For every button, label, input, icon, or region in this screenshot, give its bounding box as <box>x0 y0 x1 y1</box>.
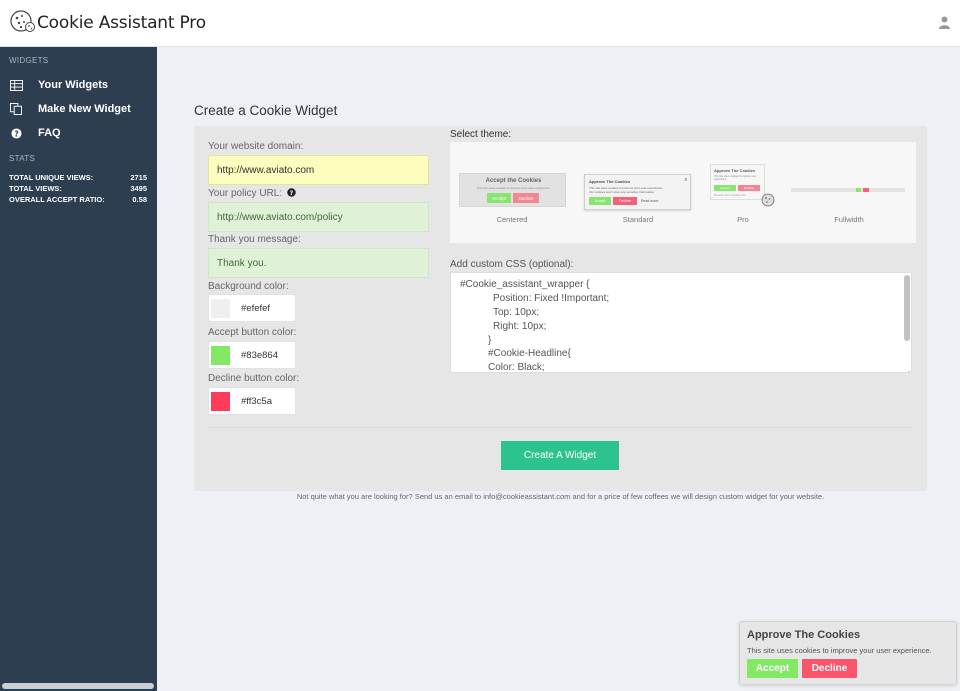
sidebar-item-make-new-widget[interactable]: Make New Widget <box>0 98 157 120</box>
theme-name-centered: Centered <box>496 215 528 224</box>
top-bar: Cookie Assistant Pro <box>0 0 960 47</box>
theme-name-fullwidth: Fullwidth <box>834 215 864 224</box>
custom-css-textarea[interactable]: #Cookie_assistant_wrapper { Position: Fi… <box>450 272 912 373</box>
user-icon[interactable] <box>939 16 950 29</box>
theme-name-pro: Pro <box>737 215 749 224</box>
decline-color-label: Decline button color: <box>208 373 300 384</box>
background-color-swatch[interactable] <box>211 298 230 318</box>
sidebar-item-label: FAQ <box>38 127 61 139</box>
footnote: Not quite what you are looking for? Send… <box>296 492 825 501</box>
decline-color-swatch[interactable] <box>211 391 230 411</box>
accept-color-field[interactable]: #83e864 <box>208 341 296 369</box>
policy-label: Your policy URL: ? <box>208 188 296 199</box>
stat-unique-views: TOTAL UNIQUE VIEWS: 2715 <box>9 173 147 182</box>
svg-text:?: ? <box>14 129 19 138</box>
stat-accept-ratio: OVERALL ACCEPT RATIO: 0.58 <box>9 195 147 204</box>
svg-text:?: ? <box>290 190 294 197</box>
domain-label: Your website domain: <box>208 141 304 152</box>
theme-name-standard: Standard <box>622 215 654 224</box>
widget-form-panel: Your website domain: http://www.aviato.c… <box>194 126 927 491</box>
sidebar-item-your-widgets[interactable]: Your Widgets <box>0 74 157 96</box>
background-color-field[interactable]: #efefef <box>208 294 296 322</box>
sidebar-scrollbar[interactable] <box>2 683 154 689</box>
copy-icon <box>9 102 23 116</box>
theme-centered[interactable]: Accept the Cookies This site uses cookie… <box>459 173 566 207</box>
stat-total-views: TOTAL VIEWS: 3495 <box>9 184 147 193</box>
thank-you-label: Thank you message: <box>208 234 301 245</box>
decline-color-field[interactable]: #ff3c5a <box>208 387 296 415</box>
cookie-icon <box>761 193 775 207</box>
policy-url-input[interactable]: http://www.aviato.com/policy <box>208 202 429 232</box>
cookie-popup-title: Approve The Cookies <box>747 629 861 641</box>
sidebar-item-label: Make New Widget <box>38 103 131 115</box>
sidebar-item-label: Your Widgets <box>38 79 108 91</box>
theme-standard[interactable]: Approve The Cookies x This site uses coo… <box>584 174 691 210</box>
css-scrollbar[interactable] <box>904 275 910 341</box>
close-icon: x <box>684 177 688 183</box>
table-icon <box>9 78 23 92</box>
question-circle-icon: ? <box>9 126 23 140</box>
domain-input[interactable]: http://www.aviato.com <box>208 155 429 185</box>
app-title: Cookie Assistant Pro <box>37 13 206 33</box>
background-color-label: Background color: <box>208 281 289 292</box>
sidebar-section-widgets: WIDGETS <box>9 56 49 65</box>
page-title: Create a Cookie Widget <box>194 103 338 118</box>
decline-button[interactable]: Decline <box>802 659 857 678</box>
sidebar-section-stats: STATS <box>9 154 36 163</box>
accept-color-swatch[interactable] <box>211 345 230 365</box>
resize-handle-icon[interactable] <box>903 364 910 372</box>
cookie-icon <box>9 8 35 39</box>
theme-selector: Accept the Cookies This site uses cookie… <box>450 142 916 243</box>
question-circle-icon[interactable]: ? <box>287 188 296 197</box>
create-widget-button[interactable]: Create A Widget <box>501 441 619 470</box>
accept-color-label: Accept button color: <box>208 327 297 338</box>
cookie-popup-text: This site uses cookies to improve your u… <box>747 646 932 655</box>
sidebar-item-faq[interactable]: ? FAQ <box>0 122 157 144</box>
accept-button[interactable]: Accept <box>747 659 798 678</box>
theme-fullwidth[interactable] <box>791 188 905 192</box>
logo[interactable]: Cookie Assistant Pro <box>9 8 206 39</box>
divider <box>208 427 913 428</box>
theme-label: Select theme: <box>450 129 512 140</box>
sidebar: WIDGETS Your Widgets Make New Widget ? F… <box>0 47 157 691</box>
thank-you-input[interactable]: Thank you. <box>208 248 429 278</box>
theme-pro[interactable]: Approve The Cookies This site uses cooki… <box>710 164 775 207</box>
custom-css-label: Add custom CSS (optional): <box>450 259 574 270</box>
cookie-consent-popup: Approve The Cookies This site uses cooki… <box>739 621 957 685</box>
